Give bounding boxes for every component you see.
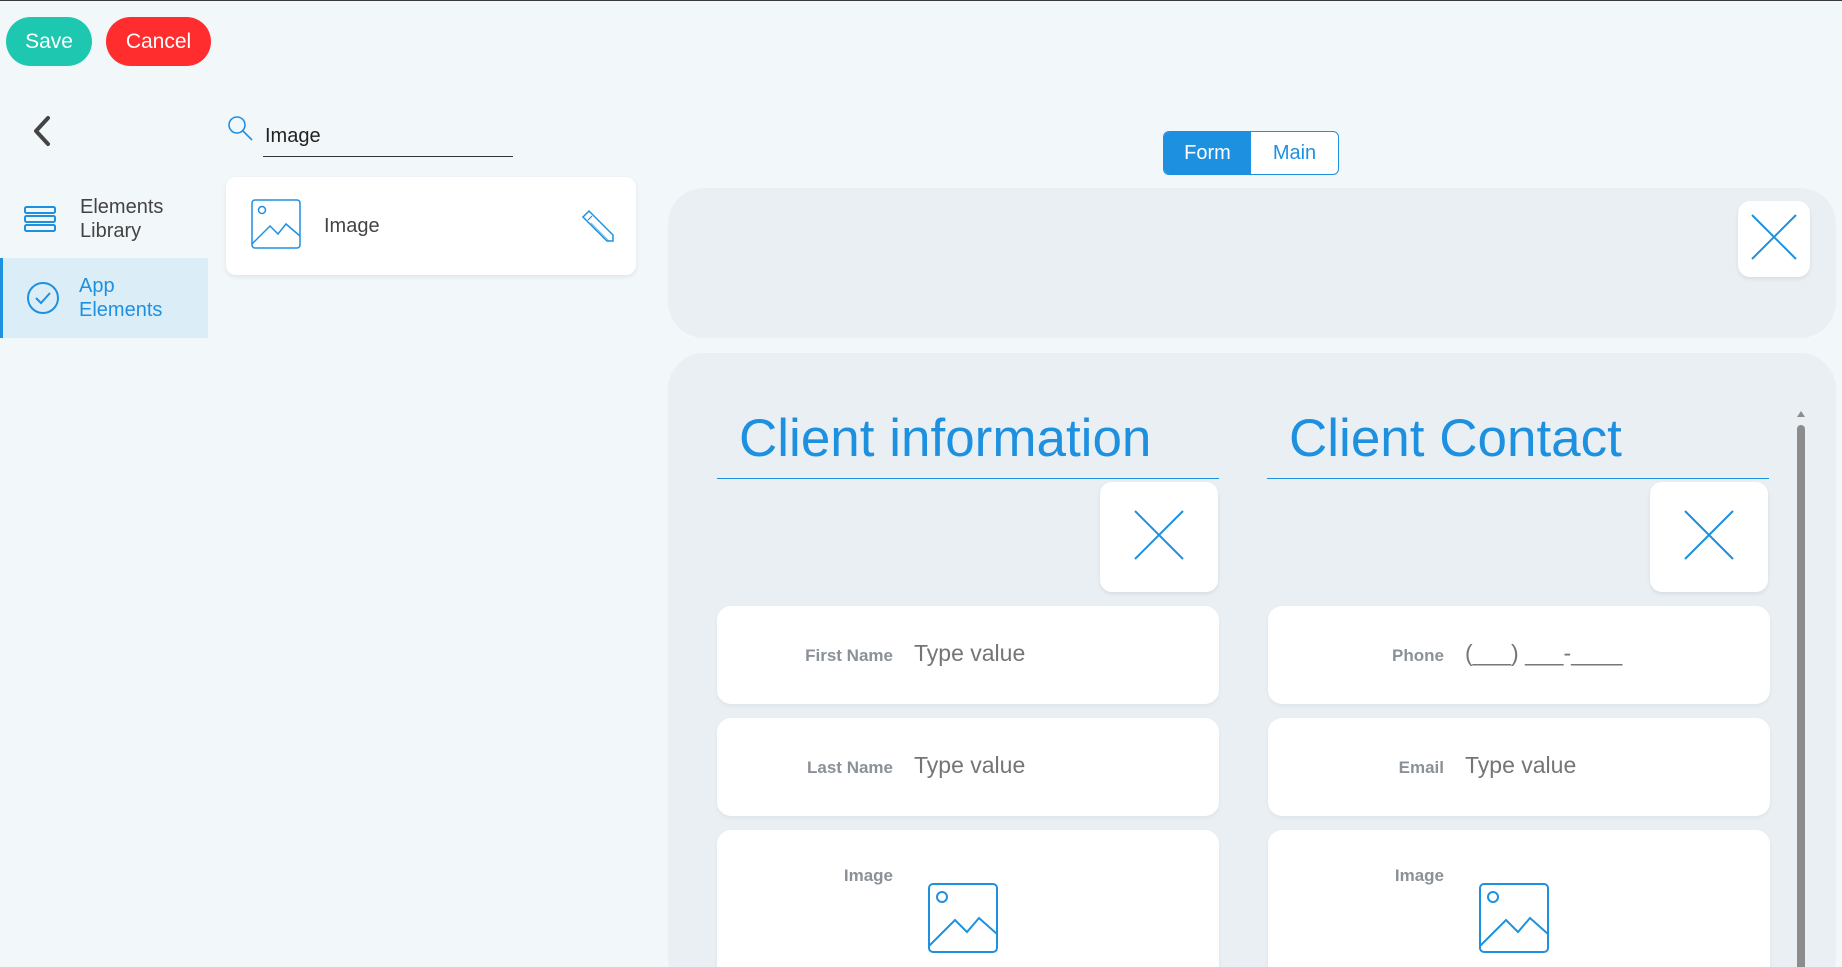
- field-label: Email: [1398, 758, 1444, 777]
- remove-header-button[interactable]: [1738, 201, 1810, 277]
- field-label: Image: [843, 866, 893, 885]
- check-circle-icon: [25, 280, 61, 316]
- tab-main[interactable]: Main: [1251, 132, 1338, 174]
- section-title-client-information: Client information: [717, 407, 1219, 479]
- header-drop-zone: [668, 188, 1836, 338]
- section-title-client-contact: Client Contact: [1267, 407, 1769, 479]
- scroll-up-arrow-icon[interactable]: [1795, 407, 1807, 419]
- field-label: First Name: [805, 646, 893, 665]
- back-chevron-icon[interactable]: [28, 114, 58, 148]
- field-phone: Phone: [1268, 606, 1770, 704]
- image-icon: [250, 198, 302, 250]
- last-name-input[interactable]: [914, 752, 1194, 779]
- first-name-input[interactable]: [914, 640, 1194, 667]
- result-item-label: Image: [324, 215, 380, 237]
- field-image: Image: [717, 830, 1219, 967]
- phone-input[interactable]: [1465, 640, 1745, 667]
- field-email: Email: [1268, 718, 1770, 816]
- email-input[interactable]: [1465, 752, 1745, 779]
- sidebar-item-app-elements[interactable]: App Elements: [0, 258, 208, 338]
- field-image: Image: [1268, 830, 1770, 967]
- scrollbar[interactable]: [1795, 407, 1807, 967]
- stack-icon: [22, 201, 58, 237]
- result-item-image[interactable]: Image: [226, 177, 636, 275]
- pencil-icon[interactable]: [579, 207, 617, 245]
- field-first-name: First Name: [717, 606, 1219, 704]
- cancel-button[interactable]: Cancel: [106, 17, 211, 66]
- image-upload-icon[interactable]: [1478, 882, 1550, 954]
- field-last-name: Last Name: [717, 718, 1219, 816]
- close-icon: [1746, 209, 1802, 270]
- field-label: Last Name: [807, 758, 893, 777]
- view-toggle: Form Main: [1163, 131, 1339, 175]
- field-label: Phone: [1392, 646, 1444, 665]
- save-button[interactable]: Save: [6, 17, 92, 66]
- sidebar-item-label: App Elements: [79, 275, 163, 321]
- search-icon: [226, 114, 254, 142]
- sidebar-item-elements-library[interactable]: Elements Library: [0, 179, 208, 259]
- sidebar-item-label: Elements Library: [80, 196, 164, 242]
- close-icon: [1681, 507, 1737, 568]
- field-label: Image: [1394, 866, 1444, 885]
- image-upload-icon[interactable]: [927, 882, 999, 954]
- close-icon: [1131, 507, 1187, 568]
- scrollbar-thumb[interactable]: [1797, 425, 1805, 967]
- search-input[interactable]: [263, 117, 513, 157]
- tab-form[interactable]: Form: [1164, 132, 1251, 174]
- remove-section-button[interactable]: [1100, 482, 1218, 592]
- remove-section-button[interactable]: [1650, 482, 1768, 592]
